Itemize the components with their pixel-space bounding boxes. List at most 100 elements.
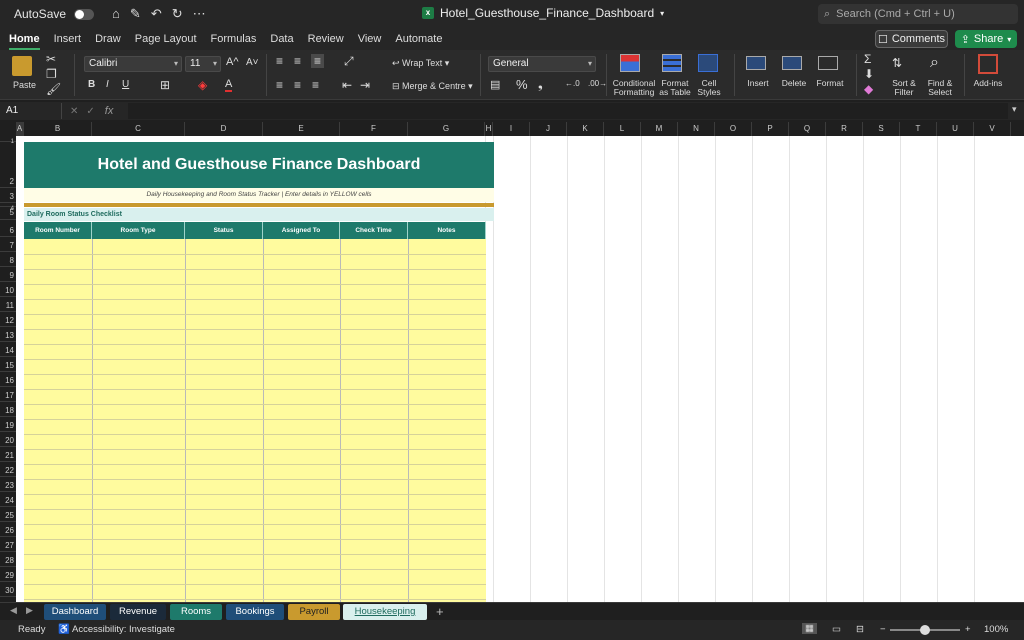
find-select-button[interactable]: Find & Select xyxy=(924,79,956,97)
sheet-tab-dashboard[interactable]: Dashboard xyxy=(44,604,106,620)
row-header[interactable]: 27 xyxy=(0,537,16,552)
column-heading[interactable]: Notes xyxy=(408,222,486,239)
name-box[interactable]: A1 xyxy=(0,103,62,119)
menu-tab-draw[interactable]: Draw xyxy=(88,30,128,50)
row-header[interactable]: 21 xyxy=(0,447,16,462)
conditional-formatting-icon[interactable] xyxy=(620,54,640,72)
row-header[interactable]: 14 xyxy=(0,342,16,357)
column-header[interactable]: L xyxy=(604,122,641,136)
column-heading[interactable]: Room Number xyxy=(24,222,92,239)
increase-font-icon[interactable]: A^ xyxy=(226,56,239,68)
borders-icon[interactable]: ⊞ xyxy=(160,78,170,92)
column-header[interactable]: J xyxy=(530,122,567,136)
comments-button[interactable]: ☐ Comments xyxy=(875,30,948,48)
accounting-format-icon[interactable]: ▤ xyxy=(490,78,500,91)
zoom-out-icon[interactable]: − xyxy=(880,624,886,635)
sheet-tab-payroll[interactable]: Payroll xyxy=(288,604,340,620)
row-header[interactable]: 19 xyxy=(0,417,16,432)
dashboard-title[interactable]: Hotel and Guesthouse Finance Dashboard xyxy=(24,142,494,188)
column-header[interactable]: U xyxy=(937,122,974,136)
menu-tab-data[interactable]: Data xyxy=(263,30,300,50)
copy-icon[interactable]: ❐ xyxy=(46,67,57,81)
row-header[interactable]: 30 xyxy=(0,582,16,597)
font-color-icon[interactable]: A xyxy=(225,78,233,92)
row-header[interactable]: 8 xyxy=(0,252,16,267)
column-header[interactable]: D xyxy=(185,122,263,136)
menu-tab-automate[interactable]: Automate xyxy=(388,30,449,50)
sheet-tab-revenue[interactable]: Revenue xyxy=(110,604,166,620)
menu-tab-insert[interactable]: Insert xyxy=(47,30,89,50)
sheet-tab-housekeeping[interactable]: Housekeeping xyxy=(343,604,427,620)
page-layout-view-icon[interactable]: ▭ xyxy=(832,624,841,635)
sort-filter-icon[interactable]: ⇅ xyxy=(892,56,902,70)
row-header[interactable]: 20 xyxy=(0,432,16,447)
row-header[interactable]: 12 xyxy=(0,312,16,327)
menu-tab-review[interactable]: Review xyxy=(301,30,351,50)
column-header[interactable]: Q xyxy=(789,122,826,136)
add-sheet-icon[interactable]: + xyxy=(436,604,444,620)
formula-input[interactable] xyxy=(128,103,1008,119)
prev-sheet-icon[interactable]: ◀ xyxy=(10,605,17,616)
find-select-icon[interactable]: ⌕ xyxy=(930,54,939,72)
sort-filter-button[interactable]: Sort & Filter xyxy=(888,79,920,97)
accessibility-status[interactable]: Accessibility: Investigate xyxy=(72,624,175,635)
dashboard-subtitle[interactable]: Daily Housekeeping and Room Status Track… xyxy=(24,188,494,202)
enter-icon[interactable]: ✓ xyxy=(86,106,94,117)
home-icon[interactable]: ⌂ xyxy=(112,6,120,22)
zoom-knob[interactable] xyxy=(920,625,930,635)
expand-formula-icon[interactable]: ▾ xyxy=(1012,104,1017,115)
column-heading[interactable]: Status xyxy=(185,222,263,239)
column-header[interactable]: A xyxy=(16,122,24,136)
column-header[interactable]: M xyxy=(641,122,678,136)
share-button[interactable]: ⇪ Share ▾ xyxy=(955,30,1017,48)
indent-increase-icon[interactable]: ⇥ xyxy=(360,78,370,92)
row-header[interactable]: 25 xyxy=(0,507,16,522)
column-heading[interactable]: Assigned To xyxy=(263,222,340,239)
column-heading[interactable]: Check Time xyxy=(340,222,408,239)
fill-color-icon[interactable]: ◈ xyxy=(198,78,207,92)
column-header[interactable]: K xyxy=(567,122,604,136)
align-right-icon[interactable]: ≡ xyxy=(312,78,319,92)
input-table[interactable] xyxy=(24,239,486,602)
row-header[interactable]: 24 xyxy=(0,492,16,507)
search-input[interactable]: ⌕ Search (Cmd + Ctrl + U) xyxy=(818,4,1018,24)
conditional-formatting-button[interactable]: Conditional Formatting xyxy=(612,79,656,97)
font-name-select[interactable]: Calibri ▾ xyxy=(84,56,182,72)
column-header[interactable]: H xyxy=(485,122,493,136)
delete-cells-icon[interactable] xyxy=(782,56,802,70)
row-header[interactable]: 9 xyxy=(0,267,16,282)
insert-button[interactable]: Insert xyxy=(742,79,774,88)
column-header[interactable]: P xyxy=(752,122,789,136)
zoom-in-icon[interactable]: + xyxy=(965,624,971,635)
format-painter-icon[interactable]: 🖌 xyxy=(46,82,61,96)
column-header[interactable]: F xyxy=(340,122,408,136)
clear-icon[interactable]: ◆ xyxy=(864,82,873,96)
redo-icon[interactable]: ↻ xyxy=(172,6,183,22)
row-header[interactable]: 13 xyxy=(0,327,16,342)
cell-styles-button[interactable]: Cell Styles xyxy=(694,79,724,97)
row-header[interactable]: 26 xyxy=(0,522,16,537)
fill-icon[interactable]: ⬇ xyxy=(864,67,874,81)
row-header[interactable]: 6 xyxy=(0,220,16,237)
insert-function-icon[interactable]: fx xyxy=(105,105,114,117)
add-ins-button[interactable]: Add-ins xyxy=(970,79,1006,88)
wrap-text-button[interactable]: ↩ Wrap Text ▾ xyxy=(392,58,449,69)
autosave-toggle[interactable] xyxy=(74,8,95,20)
row-header[interactable]: 23 xyxy=(0,477,16,492)
row-header[interactable]: 22 xyxy=(0,462,16,477)
align-center-icon[interactable]: ≡ xyxy=(294,78,301,92)
menu-tab-view[interactable]: View xyxy=(351,30,389,50)
align-left-icon[interactable]: ≡ xyxy=(276,78,283,92)
align-middle-icon[interactable]: ≡ xyxy=(294,54,301,68)
sheet-tab-bookings[interactable]: Bookings xyxy=(226,604,284,620)
save-icon[interactable]: ✎ xyxy=(130,6,141,22)
cancel-icon[interactable]: ✕ xyxy=(70,106,78,117)
row-header[interactable]: 29 xyxy=(0,567,16,582)
column-header[interactable]: S xyxy=(863,122,900,136)
insert-cells-icon[interactable] xyxy=(746,56,766,70)
underline-icon[interactable]: U xyxy=(122,79,129,90)
merge-centre-button[interactable]: ⊟ Merge & Centre ▾ xyxy=(392,81,473,92)
column-header[interactable]: O xyxy=(715,122,752,136)
row-header[interactable]: 28 xyxy=(0,552,16,567)
format-cells-icon[interactable] xyxy=(818,56,838,70)
